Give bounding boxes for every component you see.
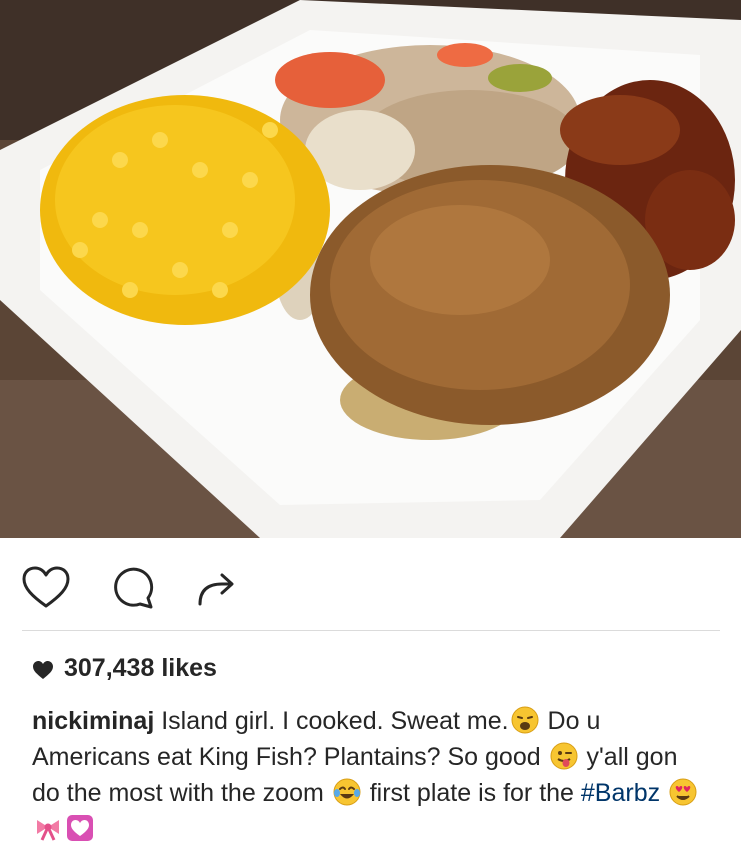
section-divider — [22, 630, 720, 631]
hashtag-link[interactable]: #Barbz — [581, 779, 660, 807]
share-button[interactable] — [186, 560, 242, 616]
post-photo[interactable] — [0, 0, 741, 538]
caption-text-1: Island girl. I cooked. Sweat me. — [154, 707, 509, 735]
heart-eyes-emoji — [669, 778, 697, 806]
heart-box-emoji — [66, 814, 94, 842]
like-button[interactable] — [18, 560, 74, 616]
comment-bubble-icon — [114, 567, 154, 609]
tears-of-joy-emoji — [333, 778, 361, 806]
likes-text: 307,438 likes — [64, 653, 217, 682]
weary-face-emoji — [511, 706, 539, 734]
food-plate-illustration — [0, 0, 741, 538]
likes-count[interactable]: 307,438 likes — [32, 650, 217, 686]
post-caption: nickiminaj Island girl. I cooked. Sweat … — [32, 703, 712, 847]
heart-filled-icon — [32, 658, 54, 679]
share-arrow-icon — [198, 573, 234, 606]
ribbon-emoji — [34, 814, 62, 842]
action-bar — [0, 538, 741, 630]
heart-outline-icon — [22, 566, 70, 608]
comment-button[interactable] — [104, 560, 160, 616]
caption-text-4: first plate is for the — [362, 779, 581, 807]
caption-text-5 — [660, 779, 667, 807]
caption-username[interactable]: nickiminaj — [32, 707, 154, 735]
winking-tongue-emoji — [550, 742, 578, 770]
